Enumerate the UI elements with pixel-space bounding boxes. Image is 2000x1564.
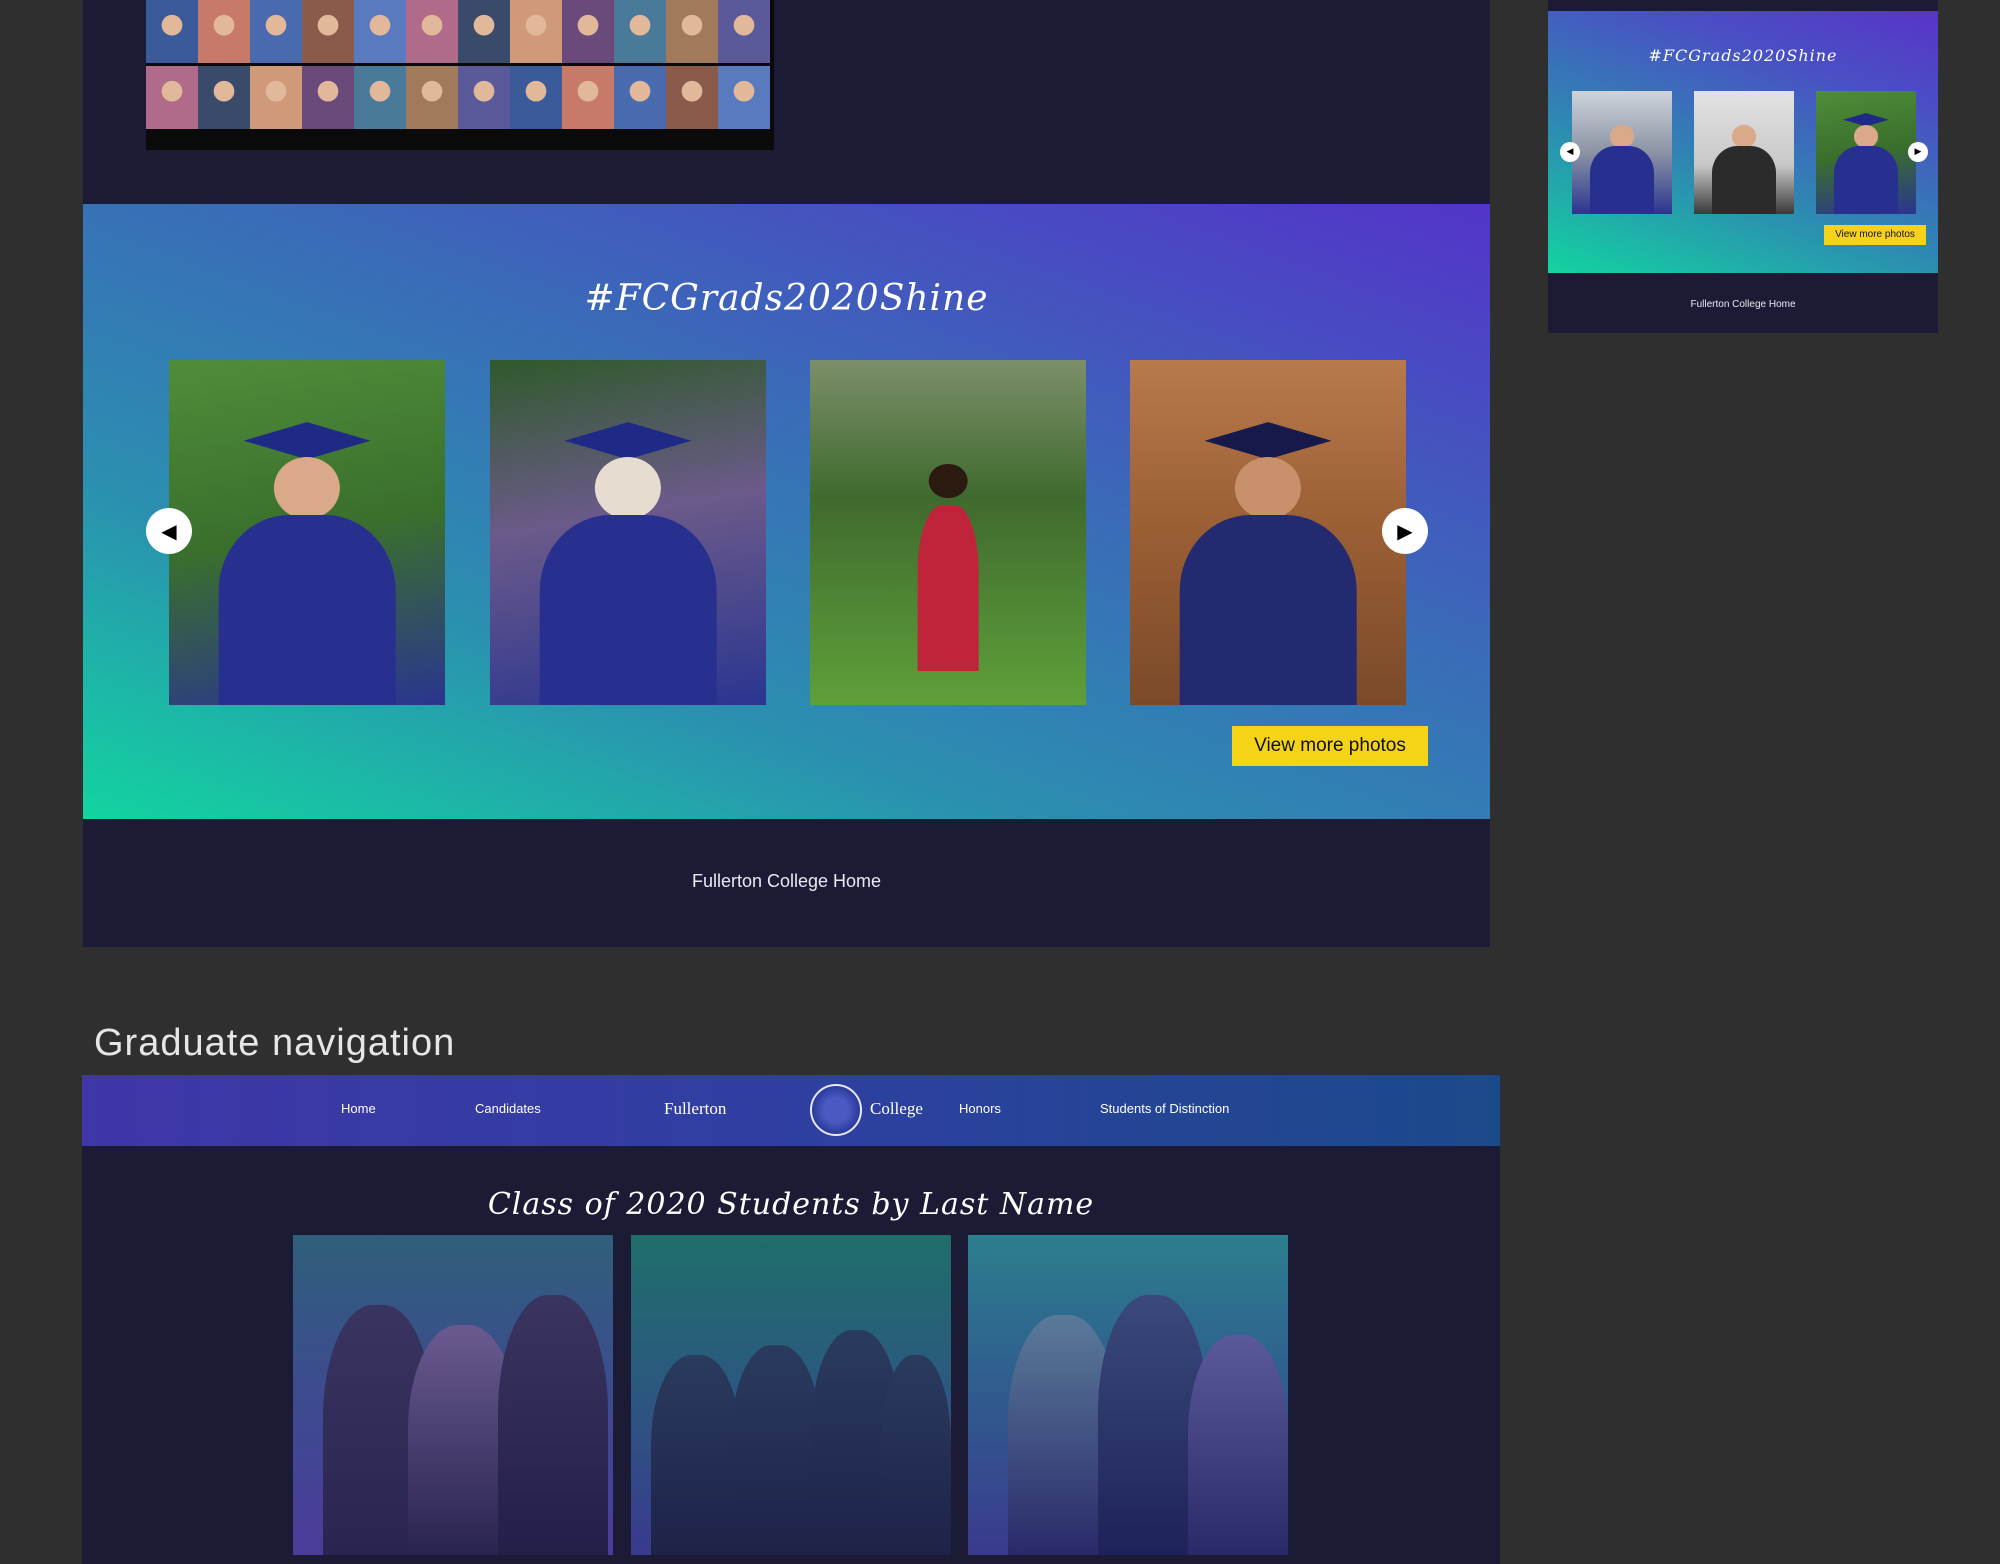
main-page-mockup: #FCGrads2020Shine ◀ ▶ View more photos F… — [83, 0, 1490, 947]
zoom-participant-tile — [250, 66, 302, 129]
photo-detail — [1179, 515, 1357, 705]
photo-detail — [498, 1295, 608, 1555]
zoom-participant-tile — [406, 0, 458, 63]
zoom-participant-tile — [458, 66, 510, 129]
chevron-left-icon: ◀ — [161, 519, 177, 543]
mini-carousel-photo[interactable] — [1694, 91, 1794, 214]
zoom-participant-tile — [614, 0, 666, 63]
carousel-photo[interactable] — [490, 360, 766, 705]
zoom-participant-tile — [510, 0, 562, 63]
logo-word-right: College — [870, 1099, 923, 1118]
mini-prev-button[interactable]: ◀ — [1560, 142, 1580, 162]
zoom-participant-tile — [510, 66, 562, 129]
zoom-participant-tile — [354, 66, 406, 129]
zoom-choir-video[interactable] — [146, 0, 774, 150]
zoom-participant-tile — [458, 0, 510, 63]
zoom-participant-tile — [406, 66, 458, 129]
nav-honors[interactable]: Honors — [959, 1101, 1001, 1116]
carousel-photo[interactable] — [810, 360, 1086, 705]
photo-detail — [273, 456, 341, 519]
photo-detail — [1712, 146, 1776, 214]
class-heading: Class of 2020 Students by Last Name — [487, 1187, 1095, 1222]
chevron-left-icon: ◀ — [1566, 147, 1574, 157]
view-more-photos-button[interactable]: View more photos — [1232, 726, 1428, 766]
college-seal-icon — [810, 1084, 862, 1136]
photo-detail — [1610, 125, 1634, 148]
mini-view-more-photos-button[interactable]: View more photos — [1824, 225, 1926, 245]
zoom-participant-tile — [614, 66, 666, 129]
zoom-participant-tile — [718, 0, 770, 63]
carousel-next-button[interactable]: ▶ — [1382, 508, 1428, 554]
zoom-participant-tile — [302, 0, 354, 63]
photo-detail — [1854, 125, 1878, 148]
college-home-link[interactable]: Fullerton College Home — [83, 871, 1490, 892]
zoom-participant-tile — [250, 0, 302, 63]
zoom-participant-tile — [562, 0, 614, 63]
section-label: Graduate navigation — [94, 1022, 456, 1064]
logo-word-left: Fullerton — [664, 1099, 727, 1118]
zoom-participant-tile — [666, 0, 718, 63]
photo-detail — [1234, 456, 1302, 519]
mobile-page-mockup: #FCGrads2020Shine ◀ ▶ View more photos F… — [1548, 0, 1938, 333]
zoom-participant-tile — [354, 0, 406, 63]
zoom-participant-tile — [562, 66, 614, 129]
zoom-participant-tile — [666, 66, 718, 129]
zoom-participant-tile — [146, 0, 198, 63]
college-logo[interactable]: Fullerton College — [662, 1081, 923, 1141]
nav-students-of-distinction[interactable]: Students of Distinction — [1100, 1101, 1229, 1116]
zoom-participant-tile — [302, 66, 354, 129]
carousel-prev-button[interactable]: ◀ — [146, 508, 192, 554]
chevron-right-icon: ▶ — [1914, 147, 1922, 157]
last-name-group-a-photo[interactable] — [293, 1235, 613, 1555]
photo-detail — [731, 1345, 821, 1555]
zoom-participant-tile — [198, 66, 250, 129]
photo-detail — [917, 504, 979, 671]
graduate-page-mockup: Home Candidates Fullerton College Honors… — [82, 1075, 1500, 1564]
photo-detail — [881, 1355, 951, 1555]
photo-detail — [1188, 1335, 1288, 1555]
mini-shine-section: #FCGrads2020Shine ◀ ▶ View more photos — [1548, 11, 1938, 273]
last-name-group-c-photo[interactable] — [968, 1235, 1288, 1555]
mini-hashtag-title: #FCGrads2020Shine — [1648, 46, 1838, 65]
mini-carousel-photo[interactable] — [1816, 91, 1916, 214]
last-name-group-b-photo[interactable] — [631, 1235, 951, 1555]
photo-detail — [594, 456, 662, 519]
photo-detail — [218, 515, 396, 705]
mini-next-button[interactable]: ▶ — [1908, 142, 1928, 162]
photo-detail — [1834, 146, 1898, 214]
photo-detail — [539, 515, 717, 705]
photo-detail — [1732, 125, 1756, 148]
zoom-participant-tile — [718, 66, 770, 129]
fcgrads-shine-section: #FCGrads2020Shine ◀ ▶ View more photos — [83, 204, 1490, 819]
nav-home[interactable]: Home — [341, 1101, 376, 1116]
mini-carousel-photo[interactable] — [1572, 91, 1672, 214]
hashtag-title: #FCGrads2020Shine — [584, 278, 989, 319]
mini-college-home-link[interactable]: Fullerton College Home — [1548, 299, 1938, 310]
carousel-photo[interactable] — [169, 360, 445, 705]
graduate-navbar: Home Candidates Fullerton College Honors… — [82, 1075, 1500, 1146]
carousel-photo[interactable] — [1130, 360, 1406, 705]
zoom-participant-tile — [146, 66, 198, 129]
photo-detail — [1590, 146, 1654, 214]
nav-candidates[interactable]: Candidates — [475, 1101, 541, 1116]
chevron-right-icon: ▶ — [1397, 519, 1413, 543]
photo-detail — [651, 1355, 741, 1555]
photo-detail — [928, 463, 968, 498]
zoom-participant-tile — [198, 0, 250, 63]
